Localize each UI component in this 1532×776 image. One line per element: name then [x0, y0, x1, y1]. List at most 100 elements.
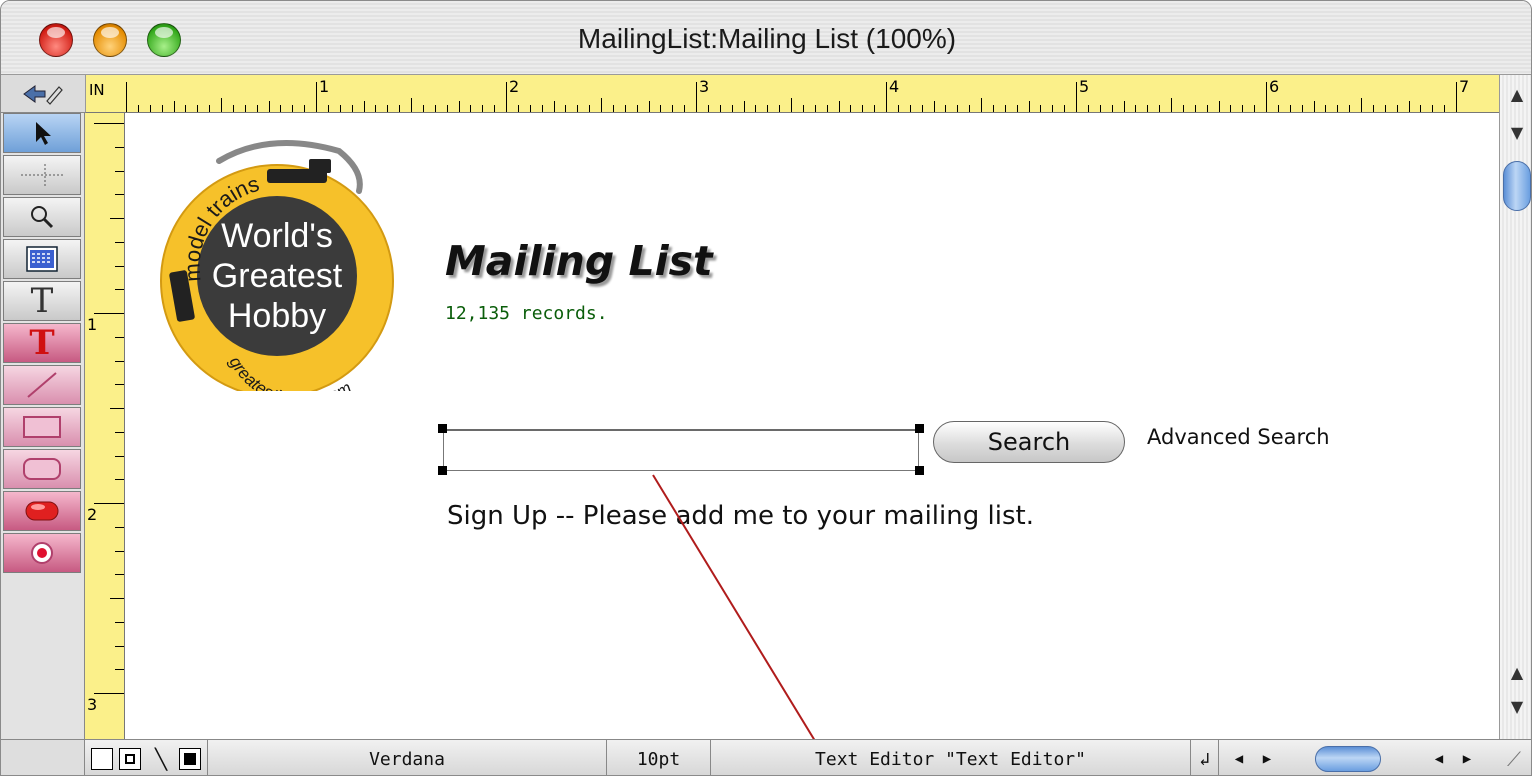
ruler-tick: [1182, 105, 1184, 112]
scroll-left-arrow-icon[interactable]: ◀: [1225, 740, 1253, 775]
ruler-tick: [1372, 105, 1374, 112]
scroll-left-arrow-icon[interactable]: ◀: [1425, 740, 1453, 775]
radio-button-tool-button[interactable]: [3, 533, 81, 573]
ruler-tick: [316, 82, 317, 112]
ruler-tick: [779, 105, 781, 112]
search-button[interactable]: Search: [933, 421, 1125, 463]
worlds-greatest-hobby-logo: model trains greatesthobby.com World's G…: [160, 140, 394, 391]
ruler-tick: [115, 669, 124, 671]
ruler-tick: [173, 101, 175, 112]
ruler-number: 1: [319, 77, 330, 96]
ruler-tick: [1396, 105, 1398, 112]
pointer-tool-button[interactable]: [3, 113, 81, 153]
return-key-icon[interactable]: ↲: [1191, 740, 1219, 775]
horizontal-ruler[interactable]: IN 1 2 3 4 5 6 7: [85, 75, 1499, 113]
ruler-tick: [529, 105, 531, 112]
ruler-tick: [1230, 105, 1232, 112]
ruler-tick: [802, 105, 804, 112]
ruler-tick: [94, 693, 124, 694]
scroll-right-arrow-icon[interactable]: ▶: [1453, 740, 1481, 775]
selection-handle[interactable]: [915, 424, 924, 433]
palette-toggle-button[interactable]: [1, 75, 85, 113]
ruler-tick: [1206, 105, 1208, 112]
ruler-number: 3: [699, 77, 710, 96]
fill-color-swatch[interactable]: [91, 748, 113, 770]
rectangle-tool-button[interactable]: [3, 407, 81, 447]
ruler-tick: [115, 526, 124, 528]
ruler-tick: [422, 105, 424, 112]
ruler-number: 3: [87, 695, 98, 714]
ruler-tick: [221, 98, 222, 112]
data-cell-tool-button[interactable]: [3, 239, 81, 279]
advanced-search-link[interactable]: Advanced Search: [1147, 425, 1330, 449]
magnifier-tool-icon: [31, 206, 54, 229]
font-selector[interactable]: Verdana: [207, 740, 607, 775]
scroll-down-arrow-icon[interactable]: ▼: [1504, 693, 1530, 719]
button-tool-button[interactable]: [3, 491, 81, 531]
ruler-tick: [458, 101, 460, 112]
ruler-tick: [1123, 101, 1125, 112]
object-name-display[interactable]: Text Editor "Text Editor": [711, 740, 1191, 775]
selection-handle[interactable]: [438, 466, 447, 475]
ruler-tick: [244, 105, 246, 112]
app-window: MailingList:Mailing List (100%) T T IN 1…: [0, 0, 1532, 776]
ruler-tick: [1313, 101, 1315, 112]
vertical-scrollbar[interactable]: ▲ ▼ ▲ ▼: [1499, 75, 1531, 739]
ruler-tick: [232, 105, 234, 112]
font-size-selector[interactable]: 10pt: [607, 740, 711, 775]
line-style-icon[interactable]: ╲: [147, 740, 175, 775]
resize-grip-icon[interactable]: ⟋: [1495, 740, 1531, 775]
title-bar[interactable]: MailingList:Mailing List (100%): [1, 1, 1531, 75]
text-tool-button[interactable]: T: [3, 281, 81, 321]
ruler-tick: [921, 105, 923, 112]
ruler-tick: [981, 98, 982, 112]
ruler-tick: [94, 503, 124, 504]
ruler-tick: [1016, 105, 1018, 112]
ruler-tick: [624, 105, 626, 112]
ruler-tick: [506, 82, 507, 112]
ruler-tick: [1289, 105, 1291, 112]
ruler-tick: [1384, 105, 1386, 112]
ruler-tick: [268, 101, 270, 112]
crosshair-tool-button[interactable]: [3, 155, 81, 195]
ruler-tick: [1135, 105, 1137, 112]
ruler-tick: [115, 455, 124, 457]
red-text-tool-button[interactable]: T: [3, 323, 81, 363]
line-tool-button[interactable]: [3, 365, 81, 405]
ruler-number: 4: [889, 77, 900, 96]
ruler-number: 2: [509, 77, 520, 96]
radio-button-tool-icon: [31, 542, 53, 564]
ruler-tick: [1277, 105, 1279, 112]
vertical-scroll-thumb[interactable]: [1503, 161, 1531, 211]
horizontal-scroll-thumb[interactable]: [1315, 746, 1381, 772]
ruler-tick: [1325, 105, 1327, 112]
signup-text[interactable]: Sign Up -- Please add me to your mailing…: [447, 501, 1034, 531]
ruler-tick: [731, 105, 733, 112]
ruler-tick: [494, 105, 496, 112]
ruler-tick: [280, 105, 282, 112]
scroll-up-arrow-icon[interactable]: ▲: [1504, 659, 1530, 685]
rounded-rectangle-tool-button[interactable]: [3, 449, 81, 489]
pattern-swatch[interactable]: [119, 748, 141, 770]
scroll-up-arrow-icon[interactable]: ▲: [1504, 81, 1530, 107]
ruler-tick: [719, 105, 721, 112]
ruler-tick: [612, 105, 614, 112]
ruler-tick: [1432, 105, 1434, 112]
ruler-tick: [826, 105, 828, 112]
search-input[interactable]: [443, 429, 919, 471]
selection-handle[interactable]: [915, 466, 924, 475]
page-title: Mailing List: [445, 237, 713, 285]
magnifier-tool-button[interactable]: [3, 197, 81, 237]
ruler-tick: [115, 645, 124, 647]
line-color-swatch[interactable]: [179, 748, 201, 770]
scroll-down-arrow-icon[interactable]: ▼: [1504, 119, 1530, 145]
ruler-tick: [363, 101, 365, 112]
ruler-tick: [434, 105, 436, 112]
ruler-tick: [553, 101, 555, 112]
scroll-right-arrow-icon[interactable]: ▶: [1253, 740, 1281, 775]
ruler-tick: [577, 105, 579, 112]
ruler-tick: [115, 265, 124, 267]
vertical-ruler[interactable]: 1 2 3: [85, 113, 125, 739]
ruler-tick: [115, 621, 124, 623]
selection-handle[interactable]: [438, 424, 447, 433]
